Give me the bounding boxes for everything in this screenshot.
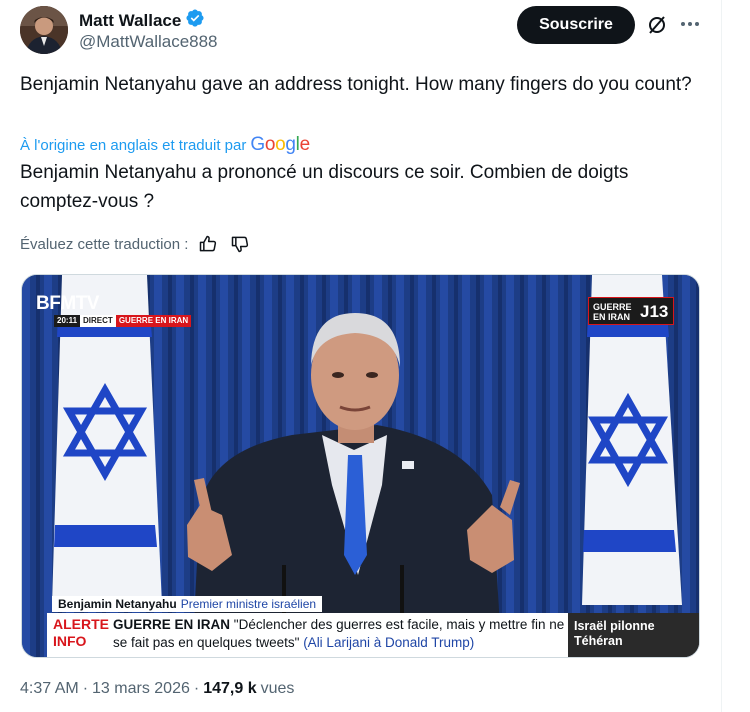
alert-line-1: ALERTE xyxy=(53,616,109,632)
alert-banner: ALERTE INFO GUERRE EN IRAN "Déclencher d… xyxy=(47,613,568,657)
post-time[interactable]: 4:37 AM xyxy=(20,680,79,698)
alert-headline: GUERRE EN IRAN "Déclencher des guerres e… xyxy=(109,613,568,657)
author-name-row: Matt Wallace xyxy=(79,8,205,33)
verified-badge-icon xyxy=(185,8,205,33)
alert-label: ALERTE INFO xyxy=(47,613,109,657)
post-date[interactable]: 13 mars 2026 xyxy=(92,680,190,698)
post-video[interactable]: BFMTV 20:11 DIRECT GUERRE EN IRAN GUERRE… xyxy=(21,274,700,658)
broadcast-time: 20:11 xyxy=(54,315,81,327)
headline-topic: GUERRE EN IRAN xyxy=(113,617,231,632)
translation-attribution[interactable]: À l'origine en anglais et traduit par Go… xyxy=(20,134,310,156)
google-logo: Google xyxy=(250,134,310,155)
news-ticker: Israël pilonne Téhéran xyxy=(568,613,699,657)
grok-slash-icon[interactable] xyxy=(646,14,668,36)
thumbs-up-icon[interactable] xyxy=(198,234,218,254)
speaker-role: Premier ministre israélien xyxy=(180,597,317,611)
alert-line-2: INFO xyxy=(53,633,87,649)
subscribe-button[interactable]: Souscrire xyxy=(517,6,635,44)
avatar[interactable] xyxy=(20,6,68,54)
day-counter-badge: GUERRE EN IRAN J13 xyxy=(588,297,675,325)
speaker-name: Benjamin Netanyahu xyxy=(58,597,177,611)
headline-source: (Ali Larijani à Donald Trump) xyxy=(303,635,475,650)
live-label: DIRECT xyxy=(80,315,116,327)
lower-third: Benjamin Netanyahu Premier ministre isra… xyxy=(22,595,699,657)
day-counter: J13 xyxy=(635,298,674,324)
author-handle[interactable]: @MattWallace888 xyxy=(79,32,218,52)
post-metadata: 4:37 AM · 13 mars 2026 · 147,9 k vues xyxy=(20,680,295,698)
speaker-caption: Benjamin Netanyahu Premier ministre isra… xyxy=(52,596,323,612)
post-card: Matt Wallace @MattWallace888 Souscrire B… xyxy=(0,0,722,712)
thumbs-down-icon[interactable] xyxy=(230,234,250,254)
corner-tag: GUERRE EN IRAN xyxy=(589,298,635,324)
broadcast-status: 20:11 DIRECT GUERRE EN IRAN xyxy=(54,315,192,327)
bfmtv-logo: BFMTV xyxy=(36,293,99,314)
views-count: 147,9 k xyxy=(203,680,257,697)
more-horizontal-icon[interactable] xyxy=(678,12,702,36)
rate-translation-row: Évaluez cette traduction : xyxy=(20,234,250,254)
post-translated-text: Benjamin Netanyahu a prononcé un discour… xyxy=(20,162,629,212)
topic-tag: GUERRE EN IRAN xyxy=(115,315,192,327)
translation-attribution-text: À l'origine en anglais et traduit par xyxy=(20,136,247,154)
rate-translation-label: Évaluez cette traduction : xyxy=(20,235,189,253)
views-label: vues xyxy=(260,680,295,697)
display-name[interactable]: Matt Wallace xyxy=(79,11,181,31)
post-original-text: Benjamin Netanyahu gave an address tonig… xyxy=(20,74,692,95)
